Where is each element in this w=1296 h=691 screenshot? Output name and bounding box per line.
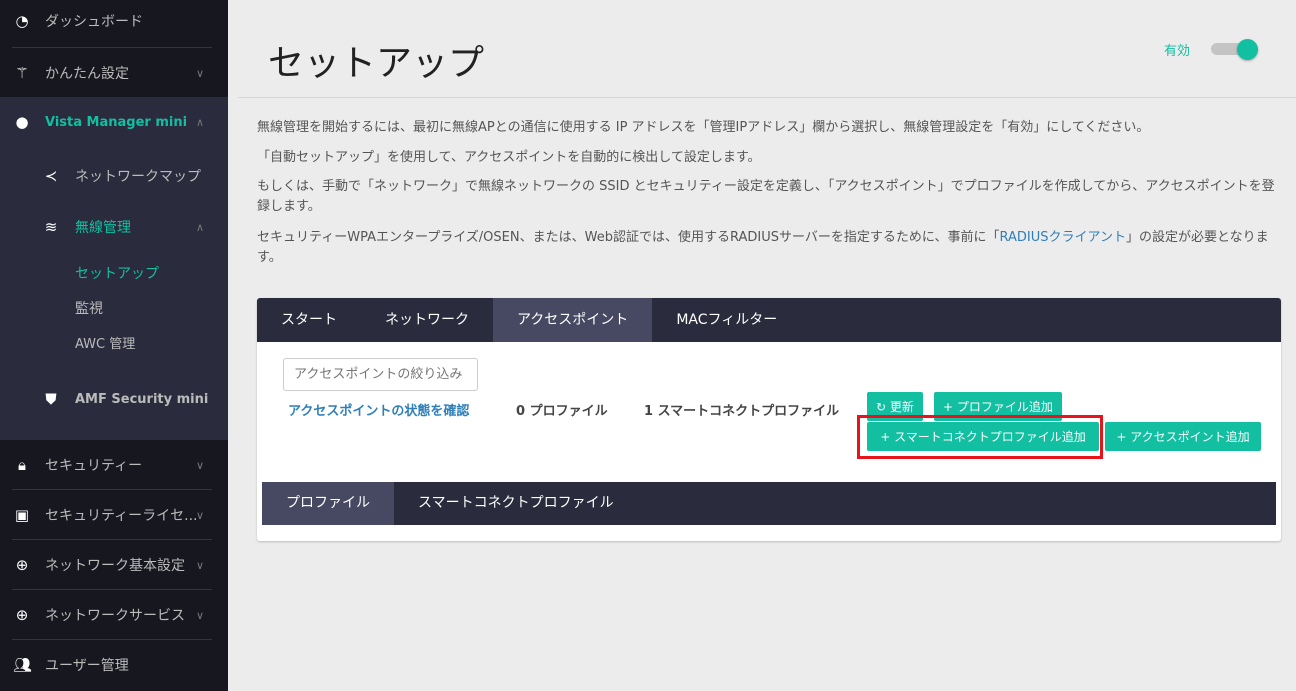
main-content: セットアップ 有効 無線管理を開始するには、最初に無線APとの通信に使用する I…	[228, 0, 1296, 691]
description: 「自動セットアップ」を使用して、アクセスポイントを自動的に検出して設定します。	[257, 150, 761, 165]
dashboard-icon: ◔	[15, 12, 29, 30]
chevron-down-icon: ∨	[196, 66, 205, 80]
chevron-down-icon: ∨	[196, 458, 205, 472]
chevron-down-icon: ∨	[196, 608, 205, 622]
add-access-point-button[interactable]: + アクセスポイント追加	[1105, 422, 1261, 451]
plus-icon: +	[1116, 430, 1131, 444]
sidebar-item-user-management[interactable]: 👥︎ ユーザー管理	[0, 640, 228, 690]
tab-profile[interactable]: プロファイル	[262, 482, 394, 525]
description: もしくは、手動で「ネットワーク」で無線ネットワークの SSID とセキュリティー…	[257, 179, 1275, 214]
description: 無線管理を開始するには、最初に無線APとの通信に使用する IP アドレスを「管理…	[257, 120, 1150, 135]
vista-manager-section: ● Vista Manager mini ∧ ≺ ネットワークマップ ≋ 無線管理 ∧ セ…	[0, 97, 228, 440]
page-header: セットアップ 有効	[238, 0, 1296, 98]
sidebar-item-network-basic[interactable]: ⊕ ネットワーク基本設定 ∨	[0, 540, 228, 590]
chevron-down-icon: ∨	[196, 558, 205, 572]
description: セキュリティーWPAエンタープライズ/OSEN、または、Web認証では、使用する…	[257, 230, 1269, 265]
inner-tab-bar: プロファイル スマートコネクトプロファイル	[262, 482, 1276, 525]
plus-icon: +	[880, 430, 895, 444]
status-check-link[interactable]: アクセスポイントの状態を確認	[288, 400, 469, 419]
tab-bar: スタート ネットワーク アクセスポイント MACフィルター	[257, 298, 1281, 342]
add-smart-connect-profile-button[interactable]: + スマートコネクトプロファイル追加	[867, 422, 1099, 451]
globe-grid-icon: ⊕	[15, 606, 29, 624]
sidebar-item-network-services[interactable]: ⊕ ネットワークサービス ∨	[0, 590, 228, 640]
sidebar-item-easy-setup[interactable]: ⚚ かんたん設定 ∨	[0, 48, 228, 98]
sidebar-item-security[interactable]: 🔒︎ セキュリティー ∨	[0, 440, 228, 490]
radius-client-link[interactable]: RADIUSクライアント	[999, 230, 1126, 245]
sidebar: ◔ ダッシュボード ⚚ かんたん設定 ∨ ● Vista Manager mini ∧ ≺…	[0, 0, 228, 691]
tab-smart-connect-profile[interactable]: スマートコネクトプロファイル	[394, 482, 638, 525]
profile-count: 0 プロファイル	[516, 404, 608, 419]
sidebar-item-amf-security[interactable]: ⛊ AMF Security mini	[0, 374, 228, 424]
globe-grid-icon: ⊕	[15, 556, 29, 574]
wifi-icon: ≋	[44, 218, 58, 236]
sidebar-item-network-map[interactable]: ≺ ネットワークマップ	[0, 151, 228, 201]
sidebar-item-awc[interactable]: AWC 管理	[0, 317, 228, 367]
setup-card: スタート ネットワーク アクセスポイント MACフィルター アクセスポイントの状…	[257, 298, 1281, 541]
shield-icon: ⛊	[45, 390, 57, 408]
toggle-knob[interactable]	[1237, 39, 1258, 60]
lock-icon: 🔒︎	[18, 456, 26, 474]
magic-wand-icon: ⚚	[15, 64, 29, 82]
toggle-label: 有効	[1164, 44, 1191, 59]
wallet-icon: ▣	[14, 506, 30, 524]
sidebar-item-dashboard[interactable]: ◔ ダッシュボード	[0, 0, 228, 46]
tab-network[interactable]: ネットワーク	[361, 298, 493, 342]
tab-mac-filter[interactable]: MACフィルター	[652, 298, 801, 342]
chevron-down-icon: ∨	[196, 508, 205, 522]
access-point-filter-input[interactable]	[283, 358, 478, 391]
sidebar-item-vista-manager[interactable]: ● Vista Manager mini ∧	[0, 97, 228, 147]
page-title: セットアップ	[268, 43, 485, 84]
sidebar-item-wireless[interactable]: ≋ 無線管理 ∧	[0, 202, 228, 252]
sidebar-item-security-license[interactable]: ▣ セキュリティーライセ... ∨	[0, 490, 228, 540]
chevron-up-icon: ∧	[196, 115, 205, 129]
share-icon: ≺	[44, 167, 58, 185]
chevron-up-icon: ∧	[196, 220, 205, 234]
plus-icon: +	[943, 400, 957, 414]
users-icon: 👥︎	[13, 656, 33, 674]
tab-start[interactable]: スタート	[257, 298, 361, 342]
tab-access-point[interactable]: アクセスポイント	[493, 298, 653, 342]
globe-icon: ●	[15, 113, 29, 131]
refresh-icon: ↻	[876, 400, 890, 414]
smart-profile-count: 1 スマートコネクトプロファイル	[644, 404, 840, 419]
